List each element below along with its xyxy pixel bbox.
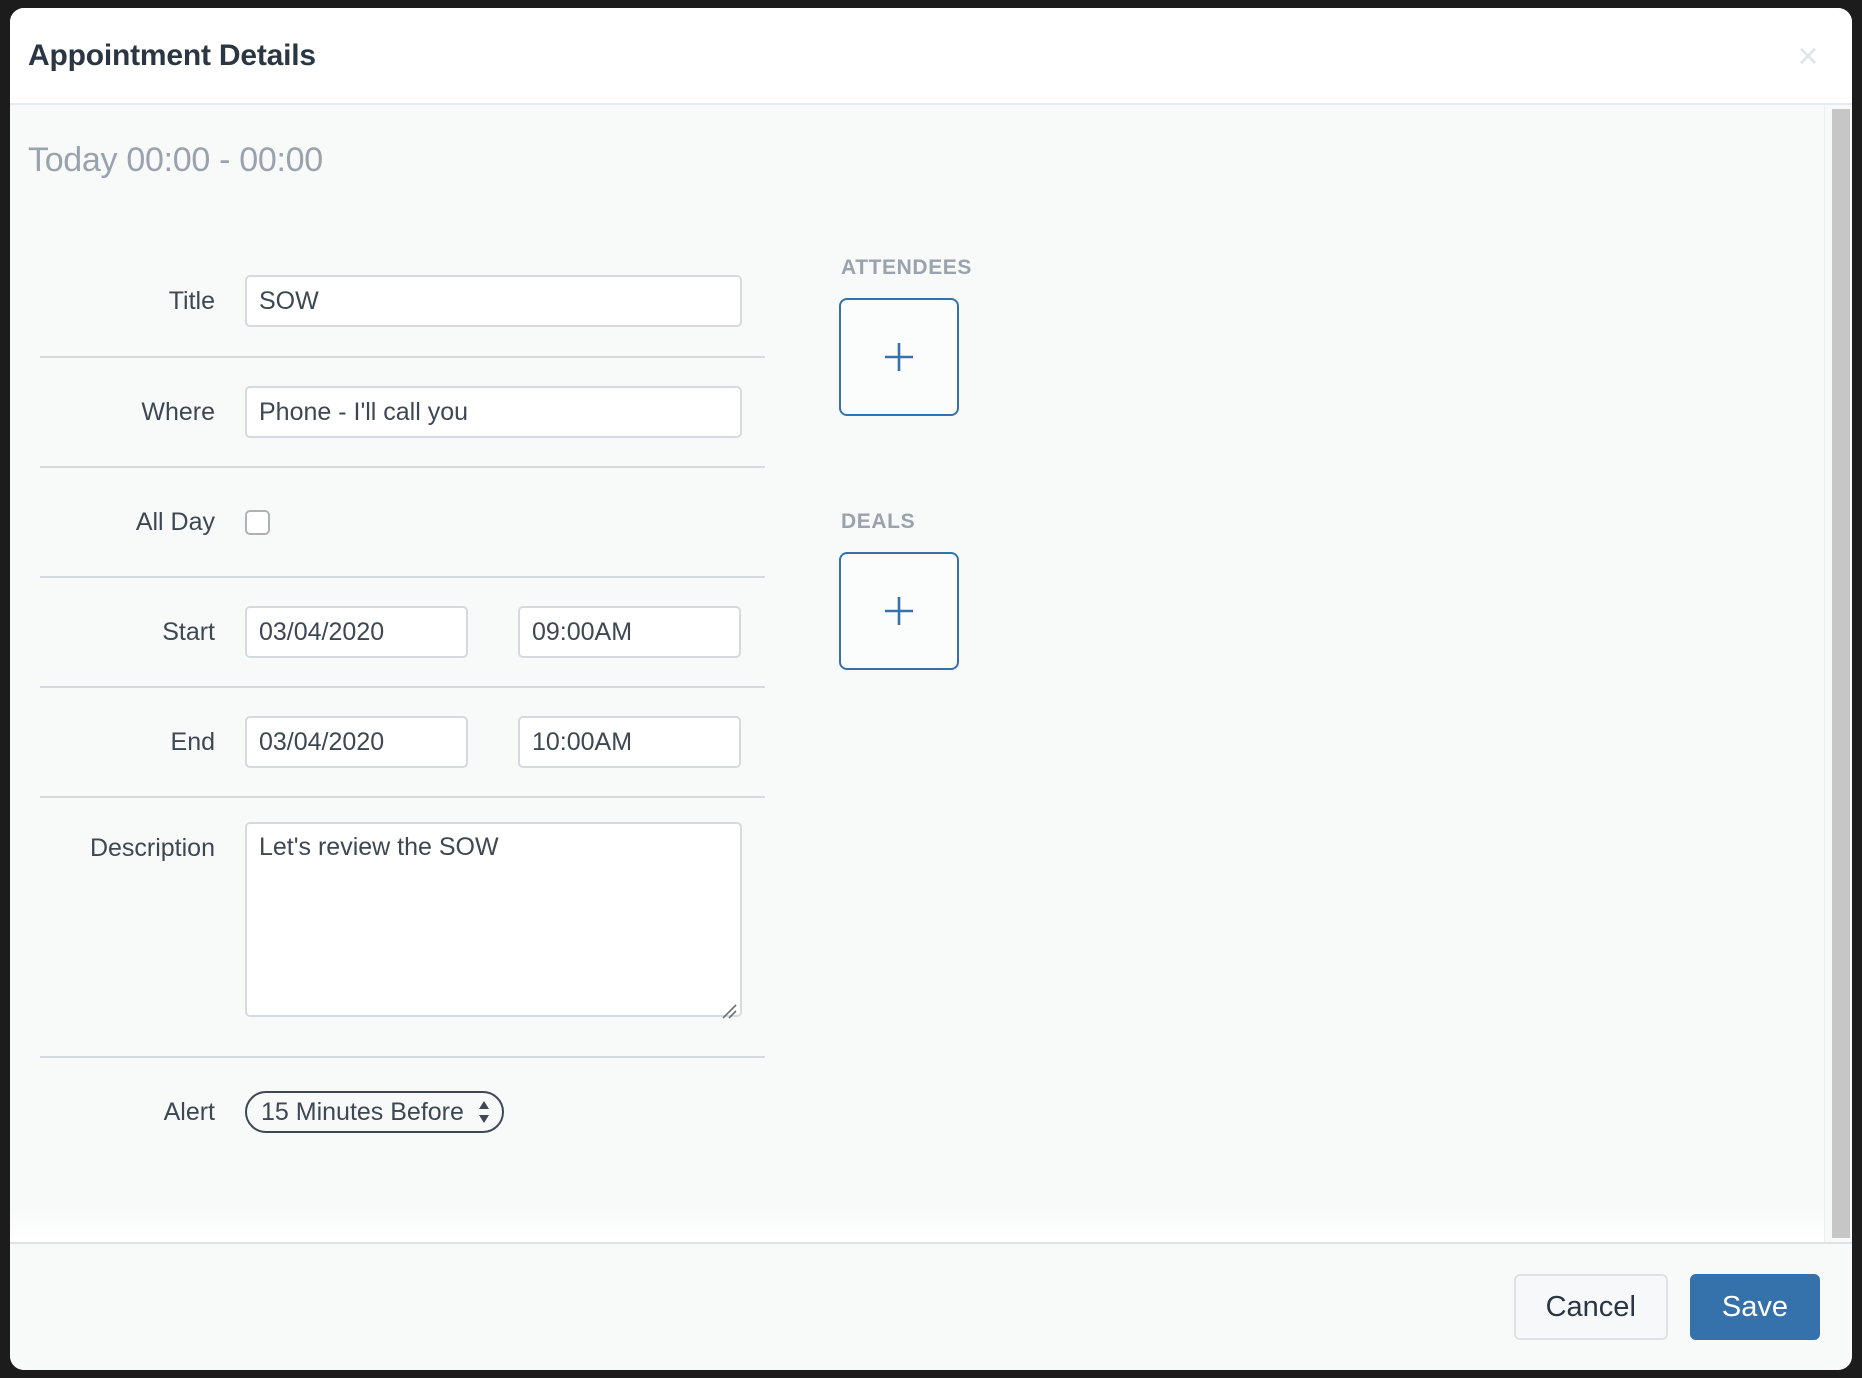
related-records-panel: ATTENDEES DEALS <box>765 246 972 670</box>
alert-label: Alert <box>163 1097 215 1126</box>
save-button[interactable]: Save <box>1689 1274 1820 1340</box>
form-row-title: Title <box>40 246 765 356</box>
where-input[interactable] <box>245 386 742 438</box>
title-input[interactable] <box>245 275 742 327</box>
deals-section: DEALS <box>839 510 972 670</box>
appointment-time-summary: Today 00:00 - 00:00 <box>28 141 323 179</box>
alert-select[interactable]: 15 Minutes Before <box>245 1091 504 1133</box>
chevron-updown-icon <box>478 1101 489 1123</box>
form-row-end: End <box>40 686 765 796</box>
plus-icon <box>885 597 913 625</box>
all-day-checkbox[interactable] <box>245 509 270 535</box>
appointment-details-modal: Appointment Details × Today 00:00 - 00:0… <box>10 8 1852 1370</box>
form-row-all-day: All Day <box>40 466 765 576</box>
close-icon[interactable]: × <box>1786 34 1830 78</box>
start-date-input[interactable] <box>245 606 468 658</box>
plus-icon <box>885 343 913 371</box>
start-time-input[interactable] <box>518 606 741 658</box>
modal-body: Today 00:00 - 00:00 Title Where <box>10 105 1852 1242</box>
attendees-section: ATTENDEES <box>839 256 972 416</box>
end-label: End <box>170 727 215 756</box>
deals-heading: DEALS <box>841 510 916 533</box>
modal-footer: Cancel Save <box>10 1242 1852 1370</box>
scrollbar-thumb[interactable] <box>1832 109 1850 1238</box>
appointment-form: Title Where All Day <box>10 246 765 1166</box>
scroll-fade <box>10 1208 1852 1242</box>
form-row-alert: Alert 15 Minutes Before <box>40 1056 765 1166</box>
title-label: Title <box>168 286 215 315</box>
alert-selected-value: 15 Minutes Before <box>261 1097 464 1126</box>
description-textarea[interactable]: Let's review the SOW <box>245 822 742 1017</box>
cancel-button[interactable]: Cancel <box>1513 1274 1668 1340</box>
end-date-input[interactable] <box>245 716 468 768</box>
modal-header: Appointment Details × <box>10 8 1852 105</box>
start-label: Start <box>162 617 215 646</box>
end-time-input[interactable] <box>518 716 741 768</box>
where-label: Where <box>141 397 215 426</box>
add-attendee-button[interactable] <box>839 298 959 416</box>
description-label: Description <box>89 834 215 862</box>
form-row-start: Start <box>40 576 765 686</box>
attendees-heading: ATTENDEES <box>841 256 973 279</box>
page-title: Appointment Details <box>28 38 316 72</box>
all-day-label: All Day <box>135 507 215 536</box>
add-deal-button[interactable] <box>839 552 959 670</box>
body-scrollbar[interactable] <box>1824 105 1852 1242</box>
form-row-description: Description Let's review the SOW <box>40 796 765 1056</box>
form-row-where: Where <box>40 356 765 466</box>
